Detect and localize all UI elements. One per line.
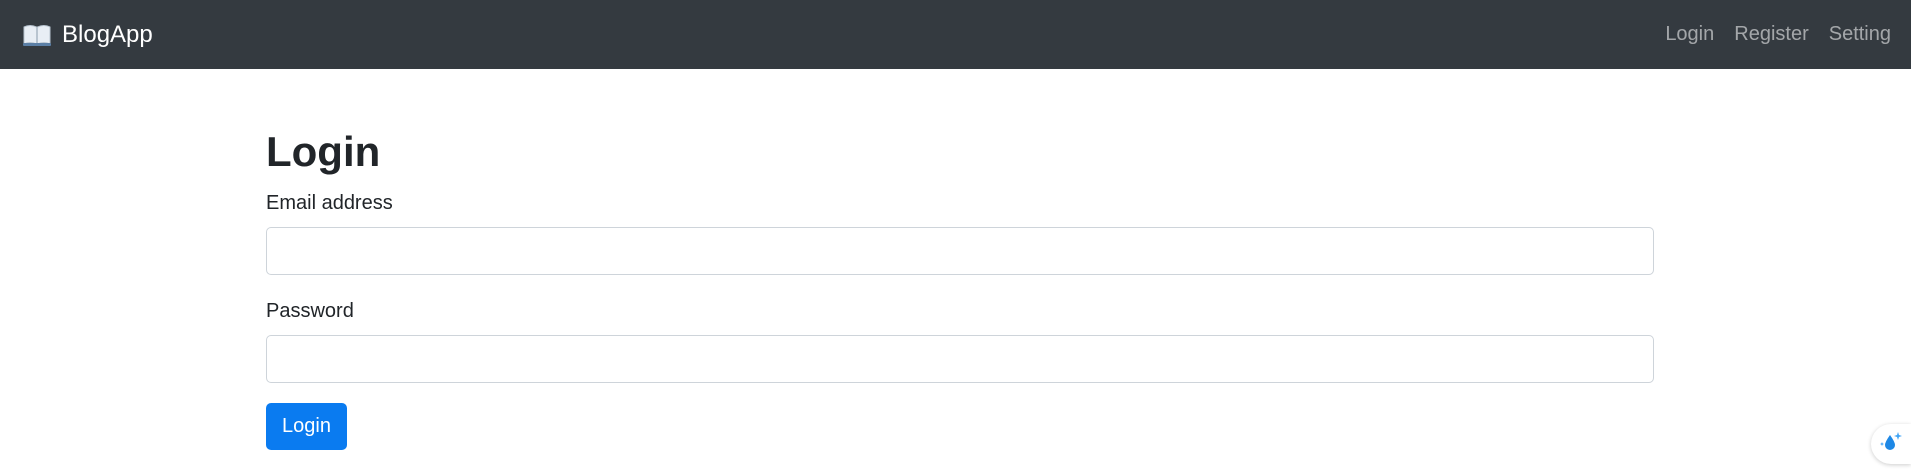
water-drop-sparkle-icon <box>1878 430 1904 459</box>
brand-link[interactable]: BlogApp <box>22 21 153 49</box>
login-form: Email address Password Login <box>266 191 1654 450</box>
login-container: Login Email address Password Login <box>266 69 1654 450</box>
nav-links: Login Register Setting <box>1665 23 1891 46</box>
brand-label: BlogApp <box>62 20 153 48</box>
open-book-icon <box>22 23 52 47</box>
email-field[interactable] <box>266 227 1654 275</box>
nav-link-register[interactable]: Register <box>1734 23 1808 46</box>
password-field[interactable] <box>266 335 1654 383</box>
nav-link-login[interactable]: Login <box>1665 23 1714 46</box>
email-label: Email address <box>266 192 393 214</box>
page-title: Login <box>266 128 381 175</box>
login-button[interactable]: Login <box>266 403 347 450</box>
password-label: Password <box>266 300 354 322</box>
top-navbar: BlogApp Login Register Setting <box>0 0 1911 69</box>
extension-button[interactable] <box>1871 424 1911 464</box>
nav-link-setting[interactable]: Setting <box>1829 23 1891 46</box>
